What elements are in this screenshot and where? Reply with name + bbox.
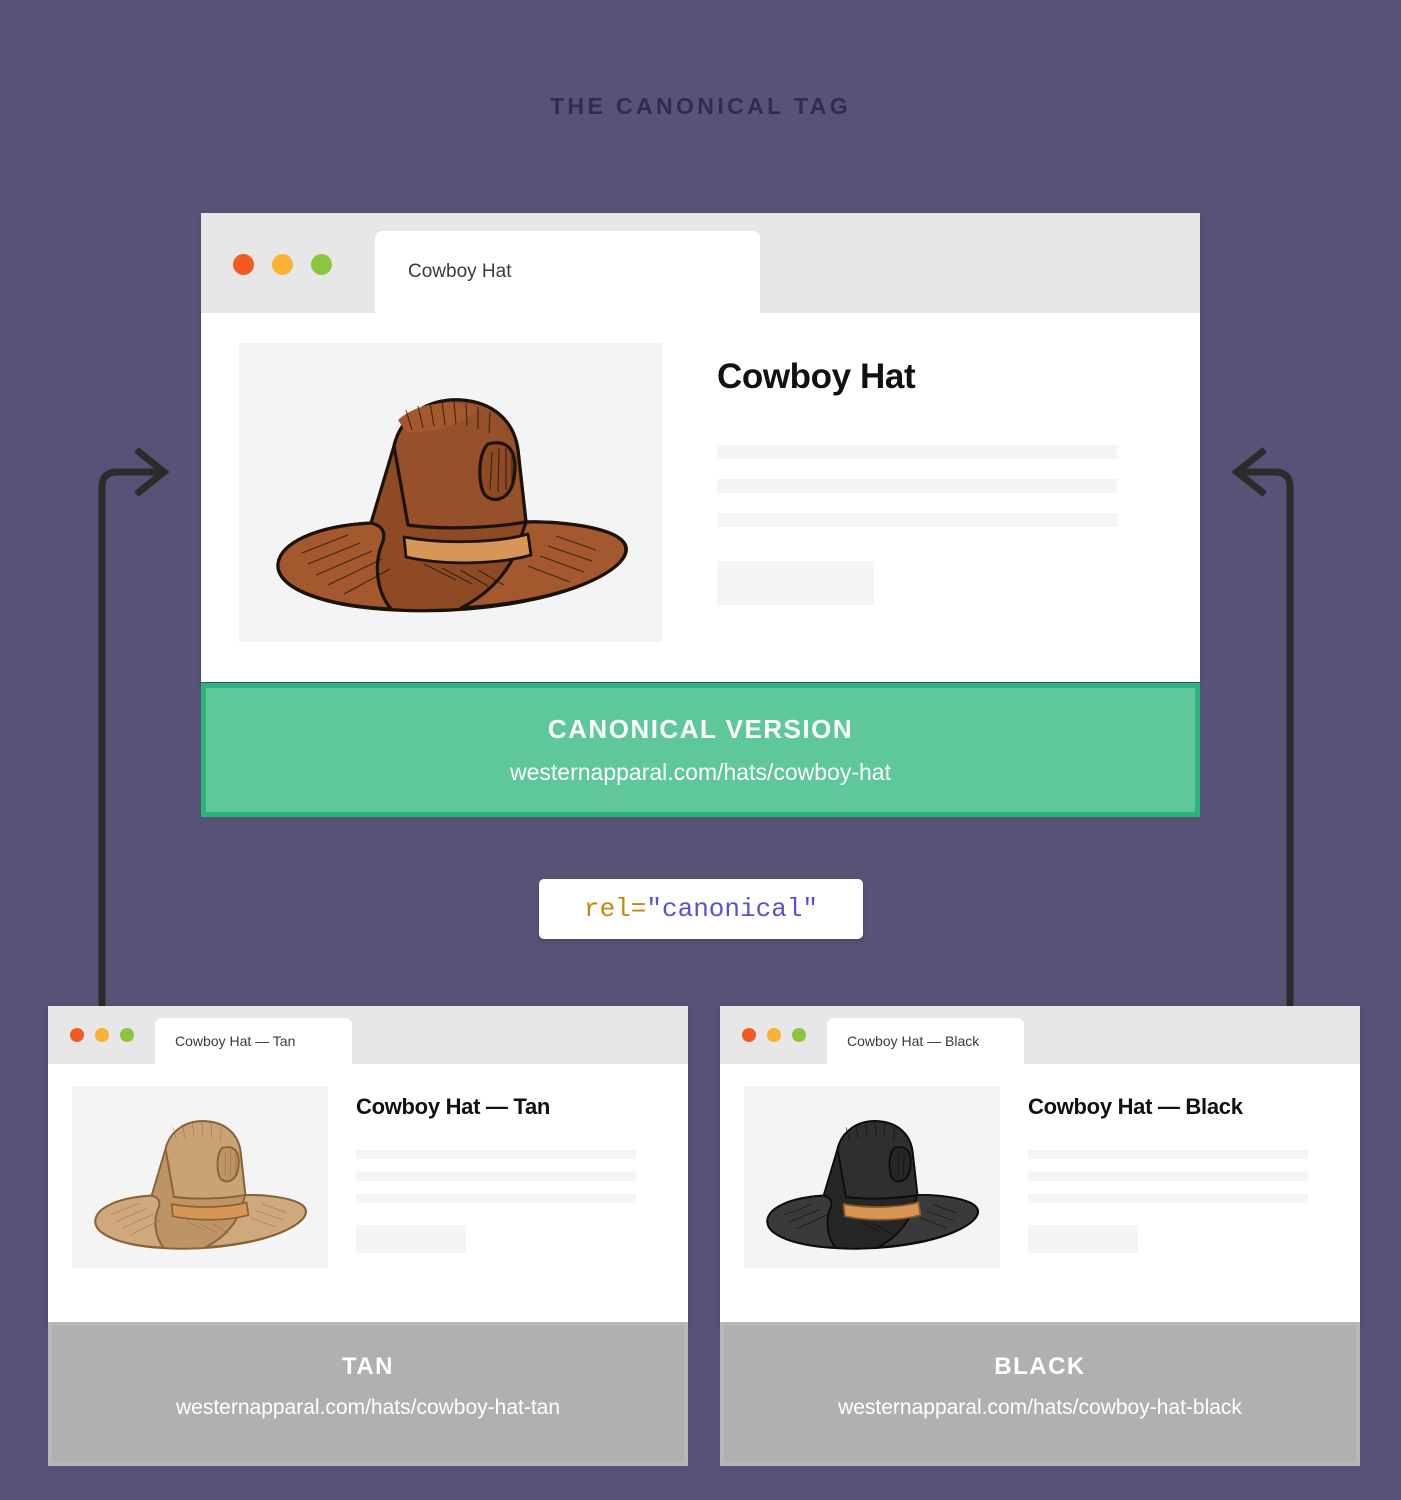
text-placeholder-bar	[356, 1172, 636, 1181]
minimize-dot-icon[interactable]	[767, 1028, 781, 1042]
product-title: Cowboy Hat	[717, 357, 916, 396]
browser-tab-cowboy-hat[interactable]: Cowboy Hat	[375, 231, 760, 313]
button-placeholder-block[interactable]	[717, 561, 874, 605]
right-arrowhead-icon	[1231, 447, 1267, 497]
tab-label: Cowboy Hat	[408, 261, 512, 282]
tan-banner-url: westernapparal.com/hats/cowboy-hat-tan	[175, 1396, 561, 1419]
product-title: Cowboy Hat — Tan	[356, 1094, 551, 1119]
minimize-dot-icon[interactable]	[272, 254, 293, 275]
maximize-dot-icon[interactable]	[311, 254, 332, 275]
text-placeholder-bar	[717, 479, 1117, 493]
canonical-banner-url: westernapparal.com/hats/cowboy-hat	[510, 759, 891, 785]
tab-label: Cowboy Hat — Tan	[175, 1033, 296, 1049]
text-placeholder-bar	[1028, 1150, 1308, 1159]
browser-tab-cowboy-hat-black[interactable]: Cowboy Hat — Black	[827, 1018, 1024, 1064]
cowboy-hat-tan-icon	[94, 1119, 308, 1250]
text-placeholder-bar	[717, 445, 1117, 459]
black-variant-banner: BLACK westernapparal.com/hats/cowboy-hat…	[720, 1322, 1360, 1466]
browser-chrome: Cowboy Hat — Black	[720, 1006, 1360, 1064]
traffic-light-dots	[233, 254, 332, 275]
code-value: "canonical"	[646, 894, 819, 924]
tan-banner-label: TAN	[341, 1353, 395, 1380]
close-dot-icon[interactable]	[70, 1028, 84, 1042]
left-arrowhead-icon	[134, 447, 170, 497]
code-attribute: rel=	[583, 894, 647, 924]
product-image-brown-hat	[239, 343, 662, 642]
traffic-light-dots	[70, 1028, 134, 1042]
rel-canonical-code-badge: rel= "canonical"	[539, 879, 863, 939]
page-title: THE CANONICAL TAG	[550, 93, 851, 119]
canonical-browser-window: Cowboy Hat Cowboy Hat	[201, 213, 1200, 682]
minimize-dot-icon[interactable]	[95, 1028, 109, 1042]
cowboy-hat-black-icon	[766, 1119, 980, 1250]
text-placeholder-bar	[356, 1150, 636, 1159]
close-dot-icon[interactable]	[233, 254, 254, 275]
maximize-dot-icon[interactable]	[792, 1028, 806, 1042]
text-placeholder-bar	[1028, 1194, 1308, 1203]
cowboy-hat-brown-icon	[275, 397, 628, 612]
product-info: Cowboy Hat — Black	[1000, 1086, 1336, 1268]
text-placeholder-bar	[1028, 1172, 1308, 1181]
tan-variant-banner: TAN westernapparal.com/hats/cowboy-hat-t…	[48, 1322, 688, 1466]
product-page-body: Cowboy Hat — Tan	[48, 1064, 688, 1268]
product-info: Cowboy Hat — Tan	[328, 1086, 664, 1268]
black-banner-label: BLACK	[994, 1353, 1086, 1380]
product-image-tan-hat	[72, 1086, 328, 1268]
black-banner-url: westernapparal.com/hats/cowboy-hat-black	[838, 1396, 1242, 1419]
product-title: Cowboy Hat — Black	[1028, 1094, 1243, 1119]
canonical-version-banner: CANONICAL VERSION westernapparal.com/hat…	[201, 683, 1200, 817]
tan-variant-browser-window: Cowboy Hat — Tan Cowboy Hat — Tan	[48, 1006, 688, 1326]
text-placeholder-bar	[356, 1194, 636, 1203]
close-dot-icon[interactable]	[742, 1028, 756, 1042]
text-placeholder-bar	[717, 513, 1117, 527]
browser-chrome: Cowboy Hat — Tan	[48, 1006, 688, 1064]
maximize-dot-icon[interactable]	[120, 1028, 134, 1042]
button-placeholder-block[interactable]	[356, 1225, 466, 1253]
browser-chrome: Cowboy Hat	[201, 213, 1200, 313]
black-variant-browser-window: Cowboy Hat — Black Cowboy Hat — Black	[720, 1006, 1360, 1326]
product-info: Cowboy Hat	[662, 343, 1162, 642]
button-placeholder-block[interactable]	[1028, 1225, 1138, 1253]
browser-tab-cowboy-hat-tan[interactable]: Cowboy Hat — Tan	[155, 1018, 352, 1064]
traffic-light-dots	[742, 1028, 806, 1042]
left-connector-line	[98, 468, 158, 1008]
right-connector-line	[1243, 468, 1294, 1008]
product-page-body: Cowboy Hat	[201, 313, 1200, 642]
product-image-black-hat	[744, 1086, 1000, 1268]
product-page-body: Cowboy Hat — Black	[720, 1064, 1360, 1268]
tab-label: Cowboy Hat — Black	[847, 1033, 980, 1049]
canonical-banner-label: CANONICAL VERSION	[547, 714, 854, 744]
